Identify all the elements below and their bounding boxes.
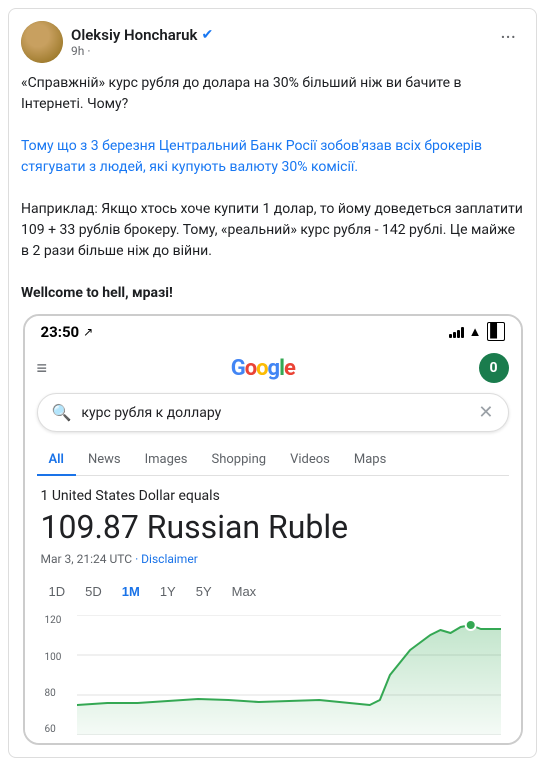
post-line-1: «Справжній» курс рубля до долара на 30% … (21, 73, 524, 115)
time-btn-1d[interactable]: 1D (41, 580, 74, 603)
signal-bars-icon (449, 326, 464, 338)
google-search-area: ≡ Google 0 🔍 курс рубля к доллару ✕ All … (25, 345, 521, 743)
search-bar[interactable]: 🔍 курс рубля к доллару ✕ (37, 393, 509, 432)
time-btn-5y[interactable]: 5Y (188, 580, 220, 603)
search-tabs: All News Images Shopping Videos Maps (37, 444, 509, 476)
post-line-3: Наприклад: Якщо хтось хоче купити 1 дола… (21, 199, 524, 262)
x-label-feb18: Фев 18 (272, 743, 304, 745)
author-name: Oleksiy Honcharuk (71, 26, 197, 44)
search-icon: 🔍 (52, 403, 72, 422)
disclaimer-link[interactable]: · Disclaimer (135, 552, 198, 566)
post-time: 9h · (71, 44, 213, 58)
author-name-row: Oleksiy Honcharuk ✔ (71, 26, 213, 44)
google-header: ≡ Google 0 (37, 353, 509, 383)
tab-news[interactable]: News (76, 444, 133, 475)
tab-maps[interactable]: Maps (342, 444, 398, 475)
time-btn-1y[interactable]: 1Y (152, 580, 184, 603)
phone-mockup: 23:50 ↗ ▲ ▋ ≡ Google (23, 314, 523, 745)
chart-svg (77, 615, 501, 735)
x-label-feb10: Фев 10 (81, 743, 113, 745)
exchange-subtitle: 1 United States Dollar equals (41, 488, 505, 504)
location-arrow-icon: ↗ (83, 325, 93, 339)
chart-x-labels: Фев 10 Фев 18 Фев 26 (77, 743, 501, 745)
avatar (21, 21, 63, 63)
status-icons: ▲ ▋ (449, 322, 505, 341)
post-header: Oleksiy Honcharuk ✔ 9h · ··· (21, 21, 524, 63)
x-label-feb26: Фев 26 (464, 743, 496, 745)
tab-shopping[interactable]: Shopping (200, 444, 279, 475)
post-card: Oleksiy Honcharuk ✔ 9h · ··· «Справжній»… (8, 8, 537, 758)
time-btn-max[interactable]: Max (224, 580, 265, 603)
y-label-80: 80 (45, 688, 75, 699)
time-btn-5d[interactable]: 5D (77, 580, 110, 603)
post-line-4: Wellcome to hell, мразі! (21, 283, 524, 304)
exchange-rate-value: 109.87 Russian Ruble (41, 508, 505, 546)
more-options-button[interactable]: ··· (492, 21, 524, 53)
author-info: Oleksiy Honcharuk ✔ 9h · (71, 26, 213, 58)
post-body: «Справжній» курс рубля до долара на 30% … (21, 73, 524, 304)
google-logo: Google (231, 356, 295, 381)
google-account-badge[interactable]: 0 (479, 353, 509, 383)
hamburger-menu-icon[interactable]: ≡ (37, 358, 48, 379)
tab-images[interactable]: Images (133, 444, 200, 475)
tab-videos[interactable]: Videos (278, 444, 342, 475)
exchange-date: Mar 3, 21:24 UTC · Disclaimer (41, 552, 505, 566)
post-line-2: Тому що з 3 березня Центральний Банк Рос… (21, 136, 524, 178)
search-clear-icon[interactable]: ✕ (478, 402, 493, 423)
exchange-chart: 120 100 80 60 (45, 615, 501, 735)
tab-all[interactable]: All (37, 444, 76, 475)
wifi-icon: ▲ (469, 324, 482, 340)
exchange-result: 1 United States Dollar equals 109.87 Rus… (37, 488, 509, 735)
status-time: 23:50 ↗ (41, 323, 94, 341)
y-label-120: 120 (45, 615, 75, 626)
search-query-text: курс рубля к доллару (81, 405, 478, 421)
battery-icon: ▋ (487, 322, 505, 341)
time-btn-1m[interactable]: 1M (114, 580, 148, 603)
verified-icon: ✔ (201, 27, 213, 43)
y-label-60: 60 (45, 724, 75, 735)
status-bar: 23:50 ↗ ▲ ▋ (25, 316, 521, 345)
y-label-100: 100 (45, 652, 75, 663)
time-range-selector: 1D 5D 1M 1Y 5Y Max (41, 580, 505, 603)
author-section: Oleksiy Honcharuk ✔ 9h · (21, 21, 213, 63)
